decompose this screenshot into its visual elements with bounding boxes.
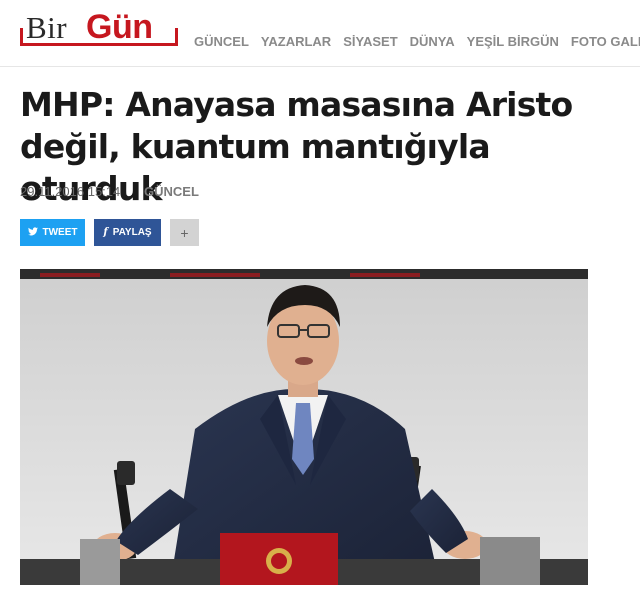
article-date: 29.11.2016 15:14 [20,184,121,199]
tweet-button[interactable]: TWEET [20,219,85,246]
nav-item-guncel[interactable]: GÜNCEL [194,34,249,49]
nav-item-yesil-birgun[interactable]: YEŞİL BİRGÜN [467,34,559,49]
paylas-label: PAYLAŞ [112,227,152,238]
site-logo[interactable]: Bir Gün [20,6,180,48]
logo-text-gun: Gün [86,8,153,46]
facebook-f-icon: f [103,227,108,238]
article-meta: 29.11.2016 15:14 GÜNCEL [20,184,199,199]
nav-item-foto-galeri[interactable]: FOTO GALERİ [571,34,640,49]
main-nav: GÜNCEL YAZARLAR SİYASET DÜNYA YEŞİL BİRG… [194,34,640,49]
nav-item-siyaset[interactable]: SİYASET [343,34,397,49]
nav-item-dunya[interactable]: DÜNYA [410,34,455,49]
nav-item-yazarlar[interactable]: YAZARLAR [261,34,331,49]
more-share-button[interactable]: + [170,219,199,246]
facebook-share-button[interactable]: f PAYLAŞ [94,219,161,246]
tweet-label: TWEET [42,227,78,238]
article-category[interactable]: GÜNCEL [144,184,199,199]
header-divider [0,66,640,67]
twitter-bird-icon [27,226,38,239]
logo-text-bir: Bir [26,10,68,45]
article-photo [20,269,588,585]
